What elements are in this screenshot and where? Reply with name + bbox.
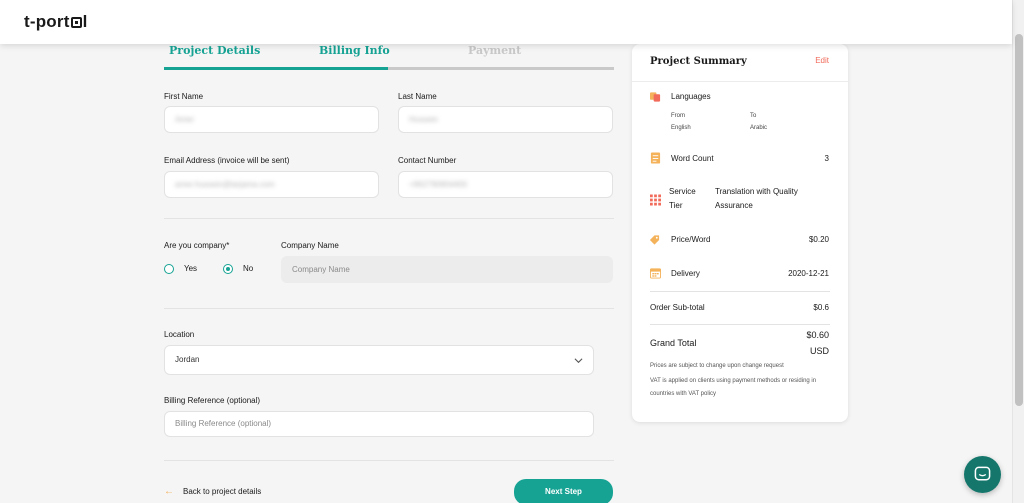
last-name-input[interactable]: Hussein	[398, 106, 613, 133]
steps-progress-fill	[164, 67, 388, 70]
to-label: To	[750, 113, 757, 119]
service-tier-value-line2: Assurance	[715, 201, 753, 210]
back-link-label: Back to project details	[183, 487, 262, 496]
email-value: amer.hussein@tarjama.com	[175, 180, 275, 189]
step-billing-info[interactable]: Billing Info	[319, 44, 390, 57]
last-name-label: Last Name	[398, 92, 437, 101]
company-yes-label[interactable]: Yes	[184, 264, 197, 273]
price-tag-icon	[649, 235, 660, 245]
company-no-radio[interactable]	[223, 264, 233, 274]
back-to-project-details-link[interactable]: ← Back to project details	[164, 486, 261, 497]
price-per-word-value: $0.20	[808, 235, 829, 244]
from-label: From	[671, 113, 685, 119]
first-name-label: First Name	[164, 92, 204, 101]
location-select[interactable]: Jordan	[164, 345, 594, 375]
summary-edit-link[interactable]: Edit	[815, 56, 829, 65]
section-divider	[164, 218, 614, 219]
order-subtotal-value: $0.6	[813, 303, 829, 312]
first-name-value: Amer	[175, 115, 195, 124]
logo-square-icon	[70, 17, 82, 28]
summary-divider	[650, 291, 830, 292]
company-name-placeholder: Company Name	[292, 265, 350, 274]
email-input[interactable]: amer.hussein@tarjama.com	[164, 171, 379, 198]
scrollbar-thumb[interactable]	[1015, 34, 1023, 406]
price-per-word-label: Price/Word	[671, 235, 711, 244]
word-count-value: 3	[824, 154, 829, 163]
company-no-label[interactable]: No	[243, 264, 253, 273]
contact-number-label: Contact Number	[398, 156, 457, 165]
step-project-details[interactable]: Project Details	[169, 44, 260, 57]
checkout-steps: Project Details Billing Info Payment	[164, 44, 614, 72]
service-tier-value-line1: Translation with Quality	[715, 187, 798, 196]
from-language: English	[671, 125, 691, 131]
summary-title: Project Summary	[650, 56, 747, 67]
step-payment: Payment	[468, 44, 522, 57]
word-count-label: Word Count	[671, 154, 714, 163]
order-subtotal-label: Order Sub-total	[650, 303, 705, 312]
chat-support-button[interactable]	[964, 456, 1001, 493]
company-name-label: Company Name	[281, 241, 339, 250]
service-tier-label-line2: Tier	[669, 201, 683, 210]
service-tier-icon	[650, 194, 661, 206]
languages-label: Languages	[671, 92, 711, 101]
languages-icon	[650, 92, 661, 102]
steps-progress-track	[164, 67, 614, 70]
email-label: Email Address (invoice will be sent)	[164, 156, 290, 165]
delivery-value: 2020-12-21	[788, 269, 829, 278]
location-label: Location	[164, 330, 195, 339]
word-count-icon	[650, 152, 661, 164]
company-name-input[interactable]: Company Name	[281, 256, 613, 283]
summary-divider	[632, 81, 848, 82]
section-divider	[164, 460, 614, 461]
price-change-note: Prices are subject to change upon change…	[650, 363, 784, 369]
calendar-icon	[650, 268, 661, 279]
to-language: Arabic	[750, 125, 768, 131]
section-divider	[164, 308, 614, 309]
tportal-logo[interactable]: t-port l	[24, 12, 88, 32]
contact-number-input[interactable]: +962790804400	[398, 171, 613, 198]
next-step-button[interactable]: Next Step	[514, 479, 613, 503]
grand-total-currency: USD	[809, 346, 829, 356]
page-scrollbar[interactable]	[1012, 0, 1024, 503]
delivery-label: Delivery	[671, 269, 700, 278]
first-name-input[interactable]: Amer	[164, 106, 379, 133]
chevron-down-icon	[574, 358, 583, 364]
grand-total-value: $0.60	[806, 330, 829, 340]
billing-reference-input[interactable]: Billing Reference (optional)	[164, 411, 594, 437]
project-summary-card: Project Summary Edit Languages From Engl…	[632, 44, 848, 422]
service-tier-label-line1: Service	[669, 187, 696, 196]
company-yes-radio[interactable]	[164, 264, 174, 274]
billing-reference-placeholder: Billing Reference (optional)	[175, 419, 272, 428]
billing-reference-label: Billing Reference (optional)	[164, 396, 261, 405]
company-question-label: Are you company*	[164, 241, 230, 250]
last-name-value: Hussein	[409, 115, 438, 124]
top-navbar: t-port l	[0, 0, 1012, 44]
vat-note: VAT is applied on clients using payment …	[650, 378, 817, 397]
back-arrow-icon: ←	[164, 486, 174, 497]
grand-total-label: Grand Total	[650, 338, 697, 348]
chat-icon	[974, 466, 991, 481]
summary-divider	[650, 324, 830, 325]
contact-number-value: +962790804400	[409, 180, 468, 189]
location-value: Jordan	[175, 355, 200, 364]
